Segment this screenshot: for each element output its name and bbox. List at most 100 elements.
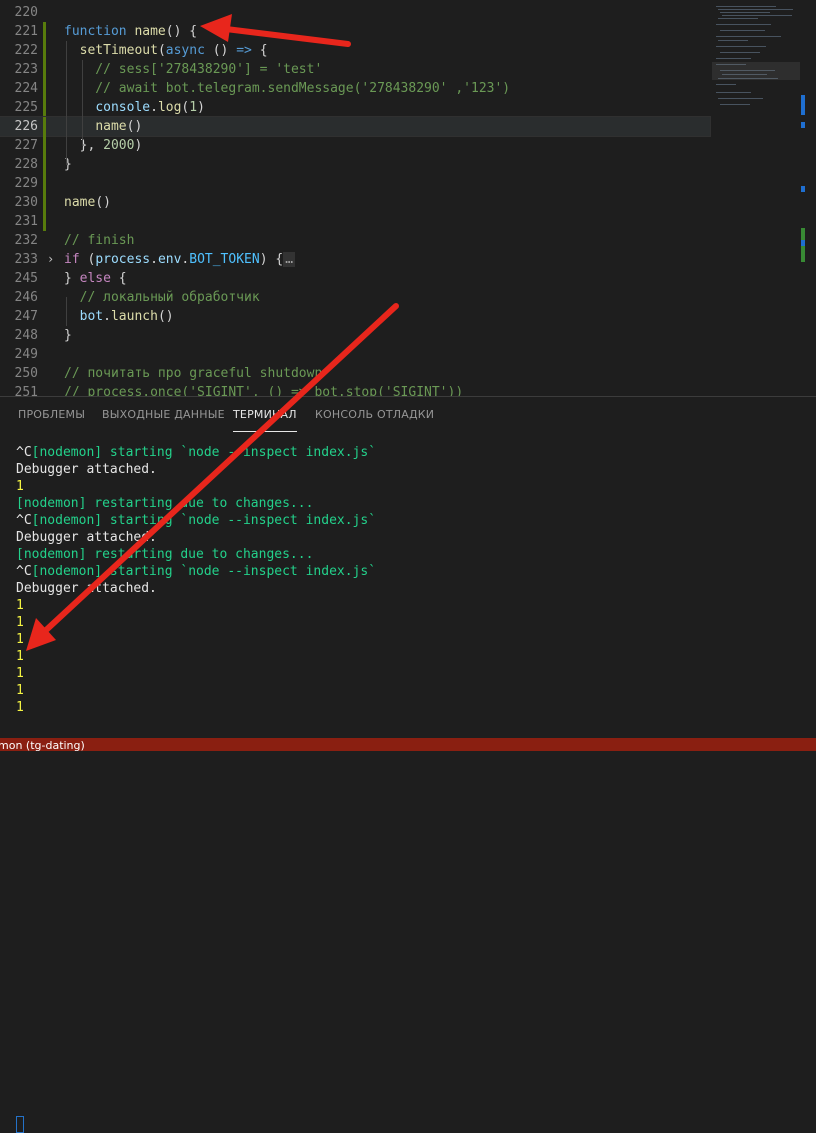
modified-gutter-marker xyxy=(43,22,46,41)
terminal-line: 1 xyxy=(16,632,24,647)
code-text: function name() { xyxy=(64,24,198,39)
line-number: 222 xyxy=(14,43,38,58)
code-text: // await bot.telegram.sendMessage('27843… xyxy=(64,81,511,96)
minimap[interactable] xyxy=(712,0,802,396)
terminal-cursor xyxy=(16,1116,24,1133)
panel-tab[interactable]: ПРОБЛЕМЫ xyxy=(18,409,85,431)
line-number: 245 xyxy=(14,271,38,286)
terminal-line: 1 xyxy=(16,666,24,681)
terminal-line: 1 xyxy=(16,598,24,613)
code-text: } else { xyxy=(64,271,127,286)
code-line[interactable]: 246 // локальный обработчик xyxy=(0,288,710,307)
code-line[interactable]: 222 setTimeout(async () => { xyxy=(0,41,710,60)
minimap-line xyxy=(718,9,793,10)
line-number: 230 xyxy=(14,195,38,210)
code-line[interactable]: 221 function name() { xyxy=(0,22,710,41)
modified-gutter-marker xyxy=(43,174,46,193)
indent-guide xyxy=(82,60,83,146)
minimap-line xyxy=(716,24,771,25)
line-number: 226 xyxy=(14,119,38,134)
status-bar-text[interactable]: mon (tg-dating) xyxy=(0,739,85,751)
code-line[interactable]: 233 › if (process.env.BOT_TOKEN) {… xyxy=(0,250,710,269)
modified-gutter-marker xyxy=(43,155,46,174)
terminal-line: Debugger attached. xyxy=(16,462,157,477)
code-line[interactable]: 223 // sess['278438290'] = 'test' xyxy=(0,60,710,79)
indent-guide xyxy=(66,41,67,165)
scrollbar-marker xyxy=(801,95,805,115)
line-number: 229 xyxy=(14,176,38,191)
code-line[interactable]: 245 } else { xyxy=(0,269,710,288)
terminal-line: Debugger attached. xyxy=(16,530,157,545)
modified-gutter-marker xyxy=(43,136,46,155)
line-number: 249 xyxy=(14,347,38,362)
fold-chevron-icon[interactable]: › xyxy=(47,250,54,269)
code-text: } xyxy=(64,328,72,343)
editor-scrollbar[interactable] xyxy=(800,0,816,396)
code-line[interactable]: 225 console.log(1) xyxy=(0,98,710,117)
panel-tab[interactable]: ВЫХОДНЫЕ ДАННЫЕ xyxy=(102,409,225,431)
code-text: name() xyxy=(95,119,143,134)
line-number: 247 xyxy=(14,309,38,324)
modified-gutter-marker xyxy=(43,212,46,231)
code-text: // process.once('SIGINT', () => bot.stop… xyxy=(64,385,464,396)
line-number: 221 xyxy=(14,24,38,39)
modified-gutter-marker xyxy=(43,98,46,117)
code-line[interactable]: 251 // process.once('SIGINT', () => bot.s… xyxy=(0,383,710,396)
minimap-line xyxy=(716,6,776,7)
code-line[interactable]: 250 // почитать про graceful shutdown xyxy=(0,364,710,383)
code-text: name() xyxy=(64,195,111,210)
code-text: if (process.env.BOT_TOKEN) {… xyxy=(64,252,296,267)
code-line[interactable]: 229 xyxy=(0,174,710,193)
line-number: 232 xyxy=(14,233,38,248)
code-line[interactable]: 227 }, 2000) xyxy=(0,136,710,155)
line-number: 224 xyxy=(14,81,38,96)
indent-guide xyxy=(66,297,67,326)
code-line[interactable]: 248} xyxy=(0,326,710,345)
code-text: // почитать про graceful shutdown xyxy=(64,366,323,381)
code-text: }, 2000) xyxy=(64,138,143,153)
scrollbar-marker xyxy=(801,122,805,128)
terminal-line: Debugger attached. xyxy=(16,581,157,596)
terminal-line: [nodemon] restarting due to changes... xyxy=(16,496,314,511)
terminal-line: [nodemon] restarting due to changes... xyxy=(16,547,314,562)
code-line[interactable]: 226 name() xyxy=(0,116,711,137)
terminal-line: 1 xyxy=(16,615,24,630)
modified-gutter-marker xyxy=(43,79,46,98)
code-line[interactable]: 247 bot.launch() xyxy=(0,307,710,326)
panel-tab[interactable]: ТЕРМИНАЛ xyxy=(233,409,297,432)
code-text: // finish xyxy=(64,233,135,248)
code-line[interactable]: 230 name() xyxy=(0,193,710,212)
code-line[interactable]: 220 xyxy=(0,3,710,22)
terminal-line: 1 xyxy=(16,683,24,698)
line-number: 225 xyxy=(14,100,38,115)
minimap-line xyxy=(718,98,763,99)
modified-gutter-marker xyxy=(43,117,46,136)
status-bar: mon (tg-dating) xyxy=(0,738,816,751)
minimap-line xyxy=(718,18,758,19)
code-line[interactable]: 224 // await bot.telegram.sendMessage('2… xyxy=(0,79,710,98)
minimap-line xyxy=(720,30,765,31)
line-number: 251 xyxy=(14,385,38,396)
terminal-line: ^C[nodemon] starting `node --inspect ind… xyxy=(16,445,377,460)
bottom-panel: ПРОБЛЕМЫ ВЫХОДНЫЕ ДАННЫЕ ТЕРМИНАЛ КОНСОЛЬ О… xyxy=(0,396,816,1133)
line-number: 223 xyxy=(14,62,38,77)
terminal-line: ^C[nodemon] starting `node --inspect ind… xyxy=(16,513,377,528)
code-text: // локальный обработчик xyxy=(64,290,260,305)
code-line[interactable]: 232 // finish xyxy=(0,231,710,250)
line-number: 233 xyxy=(14,252,38,267)
panel-tab[interactable]: КОНСОЛЬ ОТЛАДКИ xyxy=(315,409,434,431)
code-editor[interactable]: 220 221 function name() { 222 setTimeout(as… xyxy=(0,0,816,396)
line-number: 248 xyxy=(14,328,38,343)
line-number: 231 xyxy=(14,214,38,229)
minimap-line xyxy=(722,15,792,16)
line-number: 250 xyxy=(14,366,38,381)
code-line[interactable]: 228} xyxy=(0,155,710,174)
line-number: 228 xyxy=(14,157,38,172)
minimap-line xyxy=(720,12,770,13)
code-line[interactable]: 231 xyxy=(0,212,710,231)
code-line[interactable]: 249 xyxy=(0,345,710,364)
minimap-viewport[interactable] xyxy=(712,62,800,80)
terminal-line: 1 xyxy=(16,700,24,715)
code-text: // sess['278438290'] = 'test' xyxy=(64,62,323,77)
minimap-line xyxy=(716,84,736,85)
